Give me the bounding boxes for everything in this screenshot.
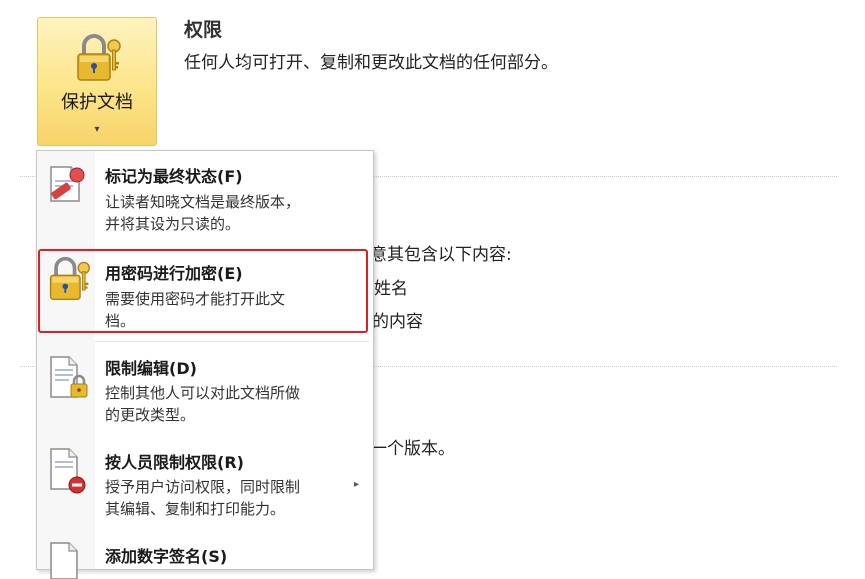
submenu-arrow-icon: ▸: [353, 479, 359, 490]
final-stamp-icon: [50, 166, 85, 202]
document-lock-icon: [50, 356, 88, 398]
inspect-text: 姓名: [374, 279, 408, 299]
menu-item-title: 限制编辑(D): [105, 359, 197, 378]
menu-item-mark-as-final[interactable]: 标记为最终状态(F) 让读者知晓文档是最终版本， 并将其设为只读的。: [37, 151, 373, 243]
digital-signature-icon: [50, 542, 78, 579]
menu-item-add-digital-signature[interactable]: 添加数字签名(S): [37, 531, 373, 579]
menu-item-restrict-permission-by-people[interactable]: 按人员限制权限(R) 授予用户访问权限，同时限制 其编辑、复制和打印能力。 ▸: [37, 439, 373, 527]
inspect-text: 的内容: [372, 312, 423, 332]
description-line: 的更改类型。: [105, 406, 196, 424]
menu-item-title: 标记为最终状态(F): [105, 167, 243, 186]
description-line: 并将其设为只读的。: [105, 215, 241, 233]
menu-item-description: 让读者知晓文档是最终版本， 并将其设为只读的。: [105, 191, 355, 235]
highlight-box: [38, 249, 368, 333]
description-line: 控制其他人可以对此文档所做: [105, 384, 301, 402]
protect-document-menu: 标记为最终状态(F) 让读者知晓文档是最终版本， 并将其设为只读的。 用密码进行…: [36, 150, 374, 579]
menu-item-restrict-editing[interactable]: 限制编辑(D) 控制其他人可以对此文档所做 的更改类型。: [37, 347, 373, 435]
menu-item-description: 控制其他人可以对此文档所做 的更改类型。: [105, 382, 355, 426]
description-line: 授予用户访问权限，同时限制: [105, 478, 301, 496]
inspect-text: 意其包含以下内容:: [370, 245, 512, 265]
protect-document-button[interactable]: 保护文档 ▾: [37, 17, 157, 146]
document-restricted-icon: [50, 448, 86, 494]
description-line: 其编辑、复制和打印能力。: [105, 500, 286, 518]
menu-separator: [95, 341, 369, 342]
menu-item-title: 添加数字签名(S): [105, 547, 228, 566]
versions-text: 一个版本。: [370, 439, 455, 459]
menu-item-title: 按人员限制权限(R): [105, 453, 244, 472]
description-line: 让读者知晓文档是最终版本，: [105, 193, 301, 211]
protect-document-label: 保护文档: [61, 92, 133, 113]
permissions-title: 权限: [184, 19, 223, 41]
chevron-down-icon: ▾: [94, 124, 100, 135]
menu-item-description: 授予用户访问权限，同时限制 其编辑、复制和打印能力。: [105, 476, 355, 520]
lock-key-icon: [77, 34, 121, 81]
permissions-description: 任何人均可打开、复制和更改此文档的任何部分。: [184, 53, 558, 73]
